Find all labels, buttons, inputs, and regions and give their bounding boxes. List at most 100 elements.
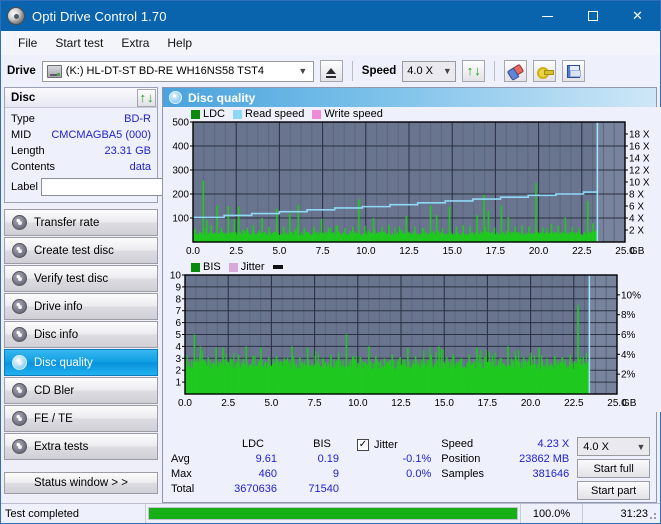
close-button[interactable]: ✕ bbox=[615, 1, 660, 31]
minimize-button[interactable] bbox=[525, 1, 570, 31]
speed-stat-label: Speed bbox=[441, 437, 497, 452]
speed-label: Speed bbox=[362, 65, 397, 77]
sidebar-item-label: Disc quality bbox=[34, 357, 93, 369]
svg-text:400: 400 bbox=[172, 142, 189, 153]
svg-text:10.0: 10.0 bbox=[356, 246, 376, 257]
start-part-button[interactable]: Start part bbox=[577, 481, 650, 500]
ldc-chart-svg: 1002003004005002 X4 X6 X8 X10 X12 X14 X1… bbox=[163, 107, 661, 260]
main-body: Disc ↑↓ Type BD-R MID CMCMAGBA5 (000) bbox=[1, 87, 660, 503]
jitter-label: Jitter bbox=[374, 439, 398, 451]
svg-text:12.5: 12.5 bbox=[399, 246, 419, 257]
sidebar-item-drive-info[interactable]: Drive info bbox=[4, 293, 158, 320]
refresh-icon: ↑↓ bbox=[467, 64, 481, 78]
svg-text:10 X: 10 X bbox=[629, 178, 650, 189]
drive-select[interactable]: (K:) HL-DT-ST BD-RE WH16NS58 TST4 ▼ bbox=[42, 61, 314, 82]
key-button[interactable] bbox=[533, 60, 556, 82]
status-message: Test completed bbox=[1, 504, 146, 523]
stats-row-avg-label: Avg bbox=[171, 452, 215, 467]
ldc-legend: LDC Read speed Write speed bbox=[191, 108, 387, 120]
svg-text:7: 7 bbox=[175, 306, 181, 317]
legend-jitter: Jitter bbox=[229, 261, 265, 273]
svg-text:4: 4 bbox=[175, 342, 181, 353]
erase-button[interactable] bbox=[504, 60, 527, 82]
svg-text:12 X: 12 X bbox=[629, 166, 650, 177]
disc-panel: Disc ↑↓ Type BD-R MID CMCMAGBA5 (000) bbox=[4, 87, 158, 203]
legend-label-jitter: Jitter bbox=[241, 261, 265, 273]
menu-start-test[interactable]: Start test bbox=[46, 33, 112, 53]
sidebar-item-create-test-disc[interactable]: Create test disc bbox=[4, 237, 158, 264]
content-header: Disc quality bbox=[163, 88, 656, 107]
maximize-button[interactable] bbox=[570, 1, 615, 31]
legend-write-speed: Write speed bbox=[312, 108, 383, 120]
disc-refresh-button[interactable]: ↑↓ bbox=[137, 89, 156, 107]
progress-bar bbox=[146, 504, 520, 523]
svg-text:4%: 4% bbox=[621, 350, 636, 361]
menu-extra[interactable]: Extra bbox=[112, 33, 158, 53]
page-title: Disc quality bbox=[188, 91, 255, 105]
sidebar-item-disc-info[interactable]: Disc info bbox=[4, 321, 158, 348]
save-button[interactable] bbox=[562, 60, 585, 82]
start-full-button[interactable]: Start full bbox=[577, 459, 650, 478]
actions-column: 4.0 X ▼ Start full Start part bbox=[577, 437, 650, 500]
maximize-icon bbox=[588, 11, 598, 21]
svg-text:0.0: 0.0 bbox=[186, 246, 200, 257]
jitter-checkbox[interactable]: ✓ bbox=[357, 439, 369, 451]
sidebar: Disc ↑↓ Type BD-R MID CMCMAGBA5 (000) bbox=[4, 87, 158, 503]
svg-text:10: 10 bbox=[170, 271, 182, 282]
window-title: Opti Drive Control 1.70 bbox=[32, 9, 525, 24]
disc-row-length: Length 23.31 GB bbox=[11, 143, 151, 159]
window-controls: ✕ bbox=[525, 1, 660, 31]
drive-label: Drive bbox=[7, 65, 36, 77]
sidebar-item-label: Drive info bbox=[34, 301, 83, 313]
close-icon: ✕ bbox=[632, 8, 643, 24]
disc-row-type: Type BD-R bbox=[11, 111, 151, 127]
refresh-button[interactable]: ↑↓ bbox=[462, 60, 485, 82]
sidebar-item-label: Extra tests bbox=[34, 441, 88, 453]
svg-text:14 X: 14 X bbox=[629, 154, 650, 165]
svg-text:2.5: 2.5 bbox=[221, 398, 235, 409]
svg-text:8%: 8% bbox=[621, 310, 636, 321]
stats-corner bbox=[171, 437, 215, 452]
refresh-icon: ↑↓ bbox=[140, 91, 154, 105]
speed-position-group: Speed 4.23 X Position 23862 MB Samples 3… bbox=[441, 437, 569, 482]
sidebar-item-cd-bler[interactable]: CD Bler bbox=[4, 377, 158, 404]
disc-icon bbox=[12, 215, 27, 230]
speed-select[interactable]: 4.0 X ▼ bbox=[402, 61, 456, 82]
svg-text:10.0: 10.0 bbox=[348, 398, 368, 409]
svg-text:5.0: 5.0 bbox=[264, 398, 278, 409]
samples-stat-value: 381646 bbox=[497, 467, 569, 482]
legend-label-write-speed: Write speed bbox=[324, 108, 383, 120]
sidebar-item-transfer-rate[interactable]: Transfer rate bbox=[4, 209, 158, 236]
svg-text:500: 500 bbox=[172, 118, 189, 129]
stats-header-bis: BIS bbox=[291, 437, 353, 452]
svg-text:17.5: 17.5 bbox=[478, 398, 498, 409]
disc-label-row: Label bbox=[11, 177, 151, 197]
chevron-down-icon: ▼ bbox=[439, 66, 455, 76]
resize-grip[interactable] bbox=[646, 509, 658, 521]
disc-length-value: 23.31 GB bbox=[105, 145, 151, 157]
disc-contents-value: data bbox=[130, 161, 151, 173]
disc-panel-header: Disc ↑↓ bbox=[5, 88, 157, 108]
sidebar-item-label: Disc info bbox=[34, 329, 78, 341]
stats-row-max-label: Max bbox=[171, 467, 215, 482]
disc-row-mid: MID CMCMAGBA5 (000) bbox=[11, 127, 151, 143]
sidebar-item-fe-te[interactable]: FE / TE bbox=[4, 405, 158, 432]
svg-text:2 X: 2 X bbox=[629, 226, 644, 237]
sidebar-item-verify-test-disc[interactable]: Verify test disc bbox=[4, 265, 158, 292]
status-window-button[interactable]: Status window > > bbox=[4, 472, 158, 494]
svg-text:300: 300 bbox=[172, 166, 189, 177]
legend-swatch-write-speed bbox=[312, 110, 321, 119]
sidebar-item-disc-quality[interactable]: Disc quality bbox=[4, 349, 158, 376]
title-bar: Opti Drive Control 1.70 ✕ bbox=[1, 1, 660, 31]
eject-button[interactable] bbox=[320, 60, 343, 82]
app-window: Opti Drive Control 1.70 ✕ File Start tes… bbox=[0, 0, 661, 524]
jitter-toggle-row: ✓ Jitter bbox=[357, 437, 439, 452]
test-speed-select[interactable]: 4.0 X ▼ bbox=[577, 437, 650, 456]
menu-help[interactable]: Help bbox=[158, 33, 201, 53]
sidebar-item-label: Verify test disc bbox=[34, 273, 108, 285]
disc-icon bbox=[12, 327, 27, 342]
charts-area: LDC Read speed Write speed 1002003004005… bbox=[163, 107, 656, 435]
sidebar-item-extra-tests[interactable]: Extra tests bbox=[4, 433, 158, 460]
svg-text:8 X: 8 X bbox=[629, 190, 644, 201]
menu-file[interactable]: File bbox=[9, 33, 46, 53]
